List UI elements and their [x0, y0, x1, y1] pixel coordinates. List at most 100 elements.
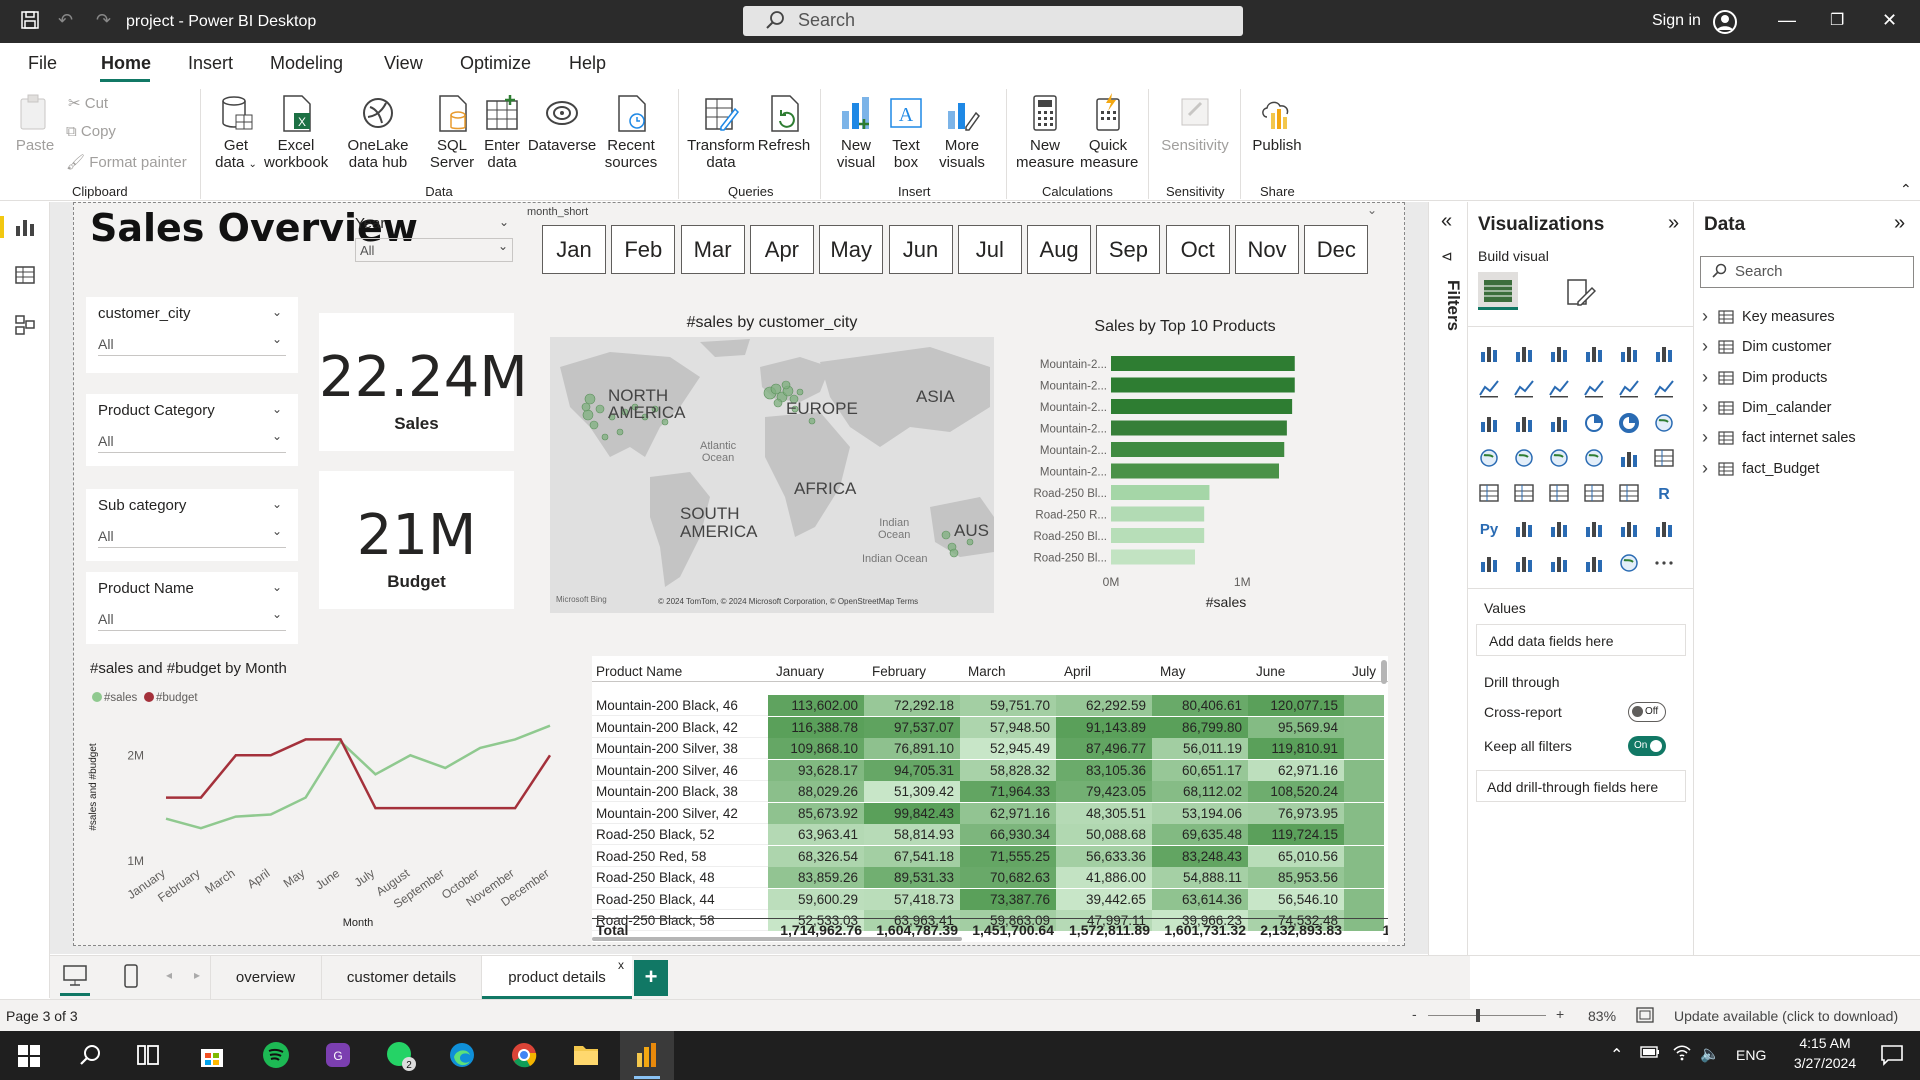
slicer-dropdown[interactable]: All ⌄	[98, 332, 286, 356]
bar-chart-visual[interactable]: Sales by Top 10 Products Mountain-2... Mou…	[1008, 313, 1363, 613]
quick-measure-button[interactable]: Quick measure	[1078, 93, 1138, 171]
bar[interactable]	[1111, 442, 1285, 457]
clustered-bar-icon[interactable]	[1548, 342, 1572, 366]
collapse-ribbon-icon[interactable]: ⌃	[1900, 181, 1912, 198]
enter-data-button[interactable]: Enter data	[478, 93, 526, 171]
100-bar-icon[interactable]	[1618, 342, 1642, 366]
table-row[interactable]: Mountain-200 Silver, 42 85,673.92 99,842.4…	[592, 802, 1384, 824]
new-measure-button[interactable]: New measure	[1014, 93, 1076, 171]
store-icon[interactable]	[198, 1041, 226, 1074]
menu-home[interactable]: Home	[101, 53, 151, 74]
donut-icon[interactable]	[1618, 412, 1642, 436]
table-icon[interactable]	[1583, 482, 1607, 506]
qa-icon[interactable]	[1583, 517, 1607, 541]
user-avatar-icon[interactable]	[1712, 9, 1738, 40]
table-row[interactable]: Mountain-200 Black, 42 116,388.78 97,537.0…	[592, 716, 1384, 738]
build-visual-tab[interactable]	[1478, 272, 1518, 310]
card-icon[interactable]	[1653, 447, 1677, 471]
data-table-dim-customer[interactable]: › Dim customer	[1700, 336, 1910, 360]
chevron-right-icon[interactable]: ›	[1702, 306, 1708, 327]
mobile-layout-icon[interactable]	[124, 964, 138, 993]
scroll-right-icon[interactable]: ▸	[194, 968, 200, 982]
copy-button[interactable]: ⧉ Copy	[66, 123, 116, 140]
stacked-column-icon[interactable]	[1513, 342, 1537, 366]
menu-optimize[interactable]: Optimize	[460, 53, 531, 74]
slicer-customer_city[interactable]: customer_city ⌄ All ⌄	[86, 297, 298, 373]
cut-button[interactable]: ✂ Cut	[68, 94, 108, 112]
month-button-dec[interactable]: Dec	[1304, 225, 1369, 274]
pdf-app-icon[interactable]: G	[324, 1041, 352, 1074]
narrative-icon[interactable]	[1618, 517, 1642, 541]
month-button-aug[interactable]: Aug	[1027, 225, 1092, 274]
treemap-icon[interactable]	[1653, 412, 1677, 436]
chevron-right-icon[interactable]: ›	[1702, 367, 1708, 388]
report-view-icon[interactable]	[14, 216, 36, 243]
windows-start-icon[interactable]	[18, 1045, 40, 1072]
chevron-down-icon[interactable]: ⌄	[1367, 203, 1377, 217]
month-button-apr[interactable]: Apr	[749, 225, 814, 274]
month-button-mar[interactable]: Mar	[680, 225, 745, 274]
table-row[interactable]: Road-250 Black, 48 83,859.26 89,531.33 70,6…	[592, 867, 1384, 888]
gauge-icon[interactable]	[1618, 447, 1642, 471]
zoom-slider-track[interactable]	[1428, 1015, 1546, 1016]
zoom-out-icon[interactable]: -	[1412, 1006, 1417, 1022]
column-header[interactable]: February	[872, 664, 926, 679]
stacked-bar-icon[interactable]	[1478, 342, 1502, 366]
taskbar-search-icon[interactable]	[78, 1043, 102, 1072]
task-view-icon[interactable]	[136, 1044, 160, 1071]
slicer-icon[interactable]	[1548, 482, 1572, 506]
format-painter-button[interactable]: 🖌 Format painter	[66, 153, 187, 171]
bar[interactable]	[1111, 377, 1295, 393]
key-influencers-icon[interactable]	[1513, 517, 1537, 541]
month-button-jun[interactable]: Jun	[888, 225, 953, 274]
edge-icon[interactable]	[448, 1041, 476, 1074]
slicer-sub-category[interactable]: Sub category ⌄ All ⌄	[86, 489, 298, 561]
bar[interactable]	[1111, 485, 1210, 500]
more-visuals-button[interactable]: More visuals	[930, 93, 994, 171]
chevron-right-icon[interactable]: ›	[1702, 397, 1708, 418]
search-box[interactable]: Search	[743, 6, 1243, 36]
tab-overview[interactable]: overview	[210, 956, 322, 1000]
table-row[interactable]: Mountain-200 Black, 46 113,602.00 72,292.1…	[592, 695, 1384, 716]
chevron-down-icon[interactable]: ⌄	[272, 497, 282, 511]
spotify-icon[interactable]	[262, 1041, 290, 1074]
zoom-in-icon[interactable]: +	[1556, 1006, 1564, 1022]
funnel-icon[interactable]	[1513, 412, 1537, 436]
month-button-sep[interactable]: Sep	[1096, 225, 1161, 274]
month-button-nov[interactable]: Nov	[1235, 225, 1299, 274]
bar[interactable]	[1111, 356, 1295, 371]
slicer-product-category[interactable]: Product Category ⌄ All ⌄	[86, 394, 298, 466]
new-visual-button[interactable]: New visual	[830, 93, 882, 171]
waterfall-icon[interactable]	[1478, 412, 1502, 436]
goals-icon[interactable]	[1653, 517, 1677, 541]
chevron-right-icon[interactable]: ›	[1702, 458, 1708, 479]
legend-label[interactable]: #sales	[104, 692, 137, 704]
month-button-jul[interactable]: Jul	[957, 225, 1022, 274]
year-slicer[interactable]: Year ⌄ All ⌄	[355, 215, 513, 262]
table-view-icon[interactable]	[14, 264, 36, 291]
column-header[interactable]: Product Name	[596, 664, 682, 679]
format-visual-icon[interactable]	[1564, 276, 1597, 313]
menu-modeling[interactable]: Modeling	[270, 53, 343, 74]
scroll-left-icon[interactable]: ◂	[166, 968, 172, 982]
chevron-down-icon[interactable]: ⌄	[272, 305, 282, 319]
data-table-dim-calander[interactable]: › Dim_calander	[1700, 397, 1910, 421]
volume-icon[interactable]: 🔈	[1700, 1044, 1720, 1064]
data-table-dim-products[interactable]: › Dim products	[1700, 367, 1910, 391]
chevron-right-icon[interactable]: ›	[1702, 336, 1708, 357]
python-visual-icon[interactable]: Py	[1478, 517, 1502, 541]
get-data-button[interactable]: Get data ⌄	[208, 93, 264, 171]
horizontal-scrollbar[interactable]	[592, 937, 962, 941]
map-icon[interactable]	[1478, 447, 1502, 471]
column-header[interactable]: May	[1160, 664, 1186, 679]
file-explorer-icon[interactable]	[572, 1041, 600, 1072]
chevron-down-icon[interactable]: ⌄	[499, 215, 509, 229]
powerbi-taskbar-item[interactable]	[620, 1031, 674, 1080]
chrome-icon[interactable]	[510, 1041, 538, 1074]
menu-insert[interactable]: Insert	[188, 53, 233, 74]
table-row[interactable]: Road-250 Red, 58 68,326.54 67,541.18 71,555…	[592, 845, 1384, 867]
close-tab-icon[interactable]: x	[618, 958, 624, 972]
data-table-fact-budget[interactable]: › fact_Budget	[1700, 458, 1910, 482]
chevron-up-icon[interactable]: ⌃	[1610, 1045, 1623, 1065]
azure-map-icon[interactable]	[1583, 447, 1607, 471]
